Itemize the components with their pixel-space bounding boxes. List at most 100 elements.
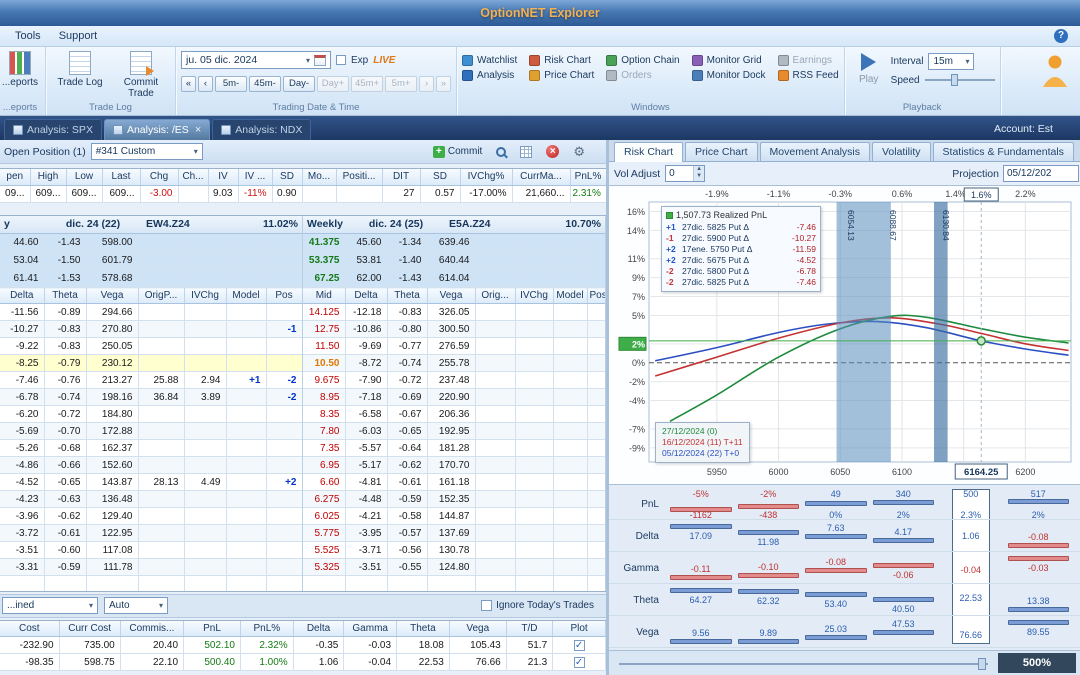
- window-toggle-rss-feed[interactable]: RSS Feed: [777, 70, 839, 81]
- mode-select[interactable]: Auto ▾: [104, 597, 168, 614]
- step-forward-button[interactable]: ›: [419, 76, 435, 92]
- tab-statistics-fundamentals[interactable]: Statistics & Fundamentals: [932, 142, 1074, 161]
- tab-price-chart[interactable]: Price Chart: [685, 142, 758, 161]
- zoom-slider[interactable]: [619, 658, 988, 670]
- chain-put-row[interactable]: 11.50 -9.69 -0.77 276.59: [303, 337, 605, 355]
- date-input[interactable]: ju. 05 dic. 2024 ▾: [181, 51, 331, 69]
- window-toggle-price-chart[interactable]: Price Chart: [529, 70, 594, 81]
- chain-call-row[interactable]: 44.60 -1.43 598.00: [0, 233, 302, 252]
- interval-select[interactable]: 15m ▾: [928, 53, 975, 70]
- vol-adjust-spinner[interactable]: 0 ▲ ▼: [665, 165, 706, 182]
- chain-put-row[interactable]: [0, 575, 302, 591]
- chain-call-row[interactable]: 53.04 -1.50 601.79: [0, 251, 302, 270]
- tab-movement-analysis[interactable]: Movement Analysis: [759, 142, 870, 161]
- step-fast-forward-button[interactable]: »: [436, 76, 452, 92]
- chain-call-row[interactable]: 53.375 53.81 -1.40 640.44: [303, 251, 605, 270]
- tab-analysis-ndx[interactable]: Analysis: NDX: [212, 119, 312, 140]
- commit-button[interactable]: + Commit: [430, 143, 485, 161]
- chain-put-row[interactable]: -6.20 -0.72 184.80: [0, 405, 302, 423]
- window-toggle-earnings[interactable]: Earnings: [777, 55, 839, 66]
- analyze-button[interactable]: [493, 143, 509, 161]
- tab-analysis-spx[interactable]: Analysis: SPX: [4, 119, 102, 140]
- table-row[interactable]: -232.90 735.00 20.40 502.10 2.32% -0.35 -0.03 1…: [0, 636, 606, 654]
- chain-put-row[interactable]: -3.72 -0.61 122.95: [0, 524, 302, 542]
- chain-put-row[interactable]: 6.95 -5.17 -0.62 170.70: [303, 456, 605, 474]
- window-toggle-monitor-dock[interactable]: Monitor Dock: [691, 70, 766, 81]
- reports-button[interactable]: ...eports: [0, 49, 40, 90]
- chain-put-row[interactable]: -5.26 -0.68 162.37: [0, 439, 302, 457]
- chain-put-row[interactable]: -9.22 -0.83 250.05: [0, 337, 302, 355]
- chain-put-row[interactable]: -3.96 -0.62 129.40: [0, 507, 302, 525]
- table-row[interactable]: -98.35 598.75 22.10 500.40 1.00% 1.06 -0.04 22.…: [0, 653, 606, 671]
- chain-call-row[interactable]: 41.375 45.60 -1.34 639.46: [303, 233, 605, 252]
- chain-put-row[interactable]: 5.525 -3.71 -0.56 130.78: [303, 541, 605, 559]
- exp-checkbox[interactable]: [336, 55, 346, 65]
- chain-put-row[interactable]: -4.86 -0.66 152.60: [0, 456, 302, 474]
- menu-support[interactable]: Support: [50, 28, 107, 44]
- slider-thumb[interactable]: [950, 74, 958, 86]
- help-icon[interactable]: ?: [1054, 29, 1068, 43]
- window-toggle-analysis[interactable]: Analysis: [462, 70, 517, 81]
- assistant-icon[interactable]: [1040, 47, 1080, 115]
- grid-button[interactable]: [517, 143, 535, 161]
- chain-put-row[interactable]: [303, 575, 605, 591]
- chain-put-row[interactable]: 14.125 -12.18 -0.83 326.05: [303, 303, 605, 321]
- step-button-45m[interactable]: 45m+: [351, 76, 384, 92]
- tab-analysis-es[interactable]: Analysis: /ES ×: [103, 119, 211, 140]
- risk-chart[interactable]: 6054.13 6088.67 6130.84 -1.9% -1.1% -0.3% 0.6%…: [609, 186, 1080, 484]
- plot-checkbox[interactable]: ✓: [573, 640, 585, 651]
- chain-put-row[interactable]: 8.35 -6.58 -0.67 206.36: [303, 405, 605, 423]
- chain-put-row[interactable]: 6.60 -4.81 -0.61 161.18: [303, 473, 605, 491]
- window-toggle-risk-chart[interactable]: Risk Chart: [529, 55, 594, 66]
- commit-trade-button[interactable]: Commit Trade: [112, 49, 170, 101]
- chain-put-row[interactable]: 7.80 -6.03 -0.65 192.95: [303, 422, 605, 440]
- chain-put-row[interactable]: 8.95 -7.18 -0.69 220.90: [303, 388, 605, 406]
- step-button-day[interactable]: Day-: [283, 76, 315, 92]
- tab-risk-chart[interactable]: Risk Chart: [614, 142, 684, 162]
- chain-put-row[interactable]: -7.46 -0.76 213.27 25.88 2.94 +1 -2: [0, 371, 302, 389]
- chain-put-row[interactable]: -3.51 -0.60 117.08: [0, 541, 302, 559]
- window-toggle-option-chain[interactable]: Option Chain: [606, 55, 680, 66]
- window-toggle-monitor-grid[interactable]: Monitor Grid: [691, 55, 766, 66]
- chain-put-row[interactable]: -11.56 -0.89 294.66: [0, 303, 302, 321]
- step-back-button[interactable]: ‹: [198, 76, 213, 92]
- chain-put-row[interactable]: -4.23 -0.63 136.48: [0, 490, 302, 508]
- step-button-45m[interactable]: 45m-: [249, 76, 281, 92]
- tab-volatility[interactable]: Volatility: [872, 142, 931, 161]
- close-position-button[interactable]: ×: [543, 143, 562, 161]
- chain-put-row[interactable]: -8.25 -0.79 230.12: [0, 354, 302, 372]
- chain-put-row[interactable]: 12.75 -10.86 -0.80 300.50: [303, 320, 605, 338]
- step-button-5m[interactable]: 5m+: [385, 76, 418, 92]
- position-select[interactable]: #341 Custom ▾: [90, 143, 203, 160]
- chain-put-row[interactable]: 5.325 -3.51 -0.55 124.80: [303, 558, 605, 576]
- speed-slider[interactable]: [924, 74, 995, 86]
- spinner-arrows[interactable]: ▲ ▼: [693, 166, 705, 181]
- step-button-5m[interactable]: 5m-: [215, 76, 247, 92]
- chain-put-row[interactable]: 10.50 -8.72 -0.74 255.78: [303, 354, 605, 372]
- ignore-today-checkbox[interactable]: Ignore Today's Trades: [481, 600, 594, 611]
- plot-checkbox[interactable]: ✓: [573, 657, 585, 668]
- step-button-day[interactable]: Day+: [317, 76, 349, 92]
- chain-put-row[interactable]: -10.27 -0.83 270.80 -1: [0, 320, 302, 338]
- chain-put-row[interactable]: 7.35 -5.57 -0.64 181.28: [303, 439, 605, 457]
- chain-put-row[interactable]: -3.31 -0.59 111.78: [0, 558, 302, 576]
- chain-put-row[interactable]: 6.275 -4.48 -0.59 152.35: [303, 490, 605, 508]
- window-toggle-watchlist[interactable]: Watchlist: [462, 55, 517, 66]
- position-filter-select[interactable]: ...ined ▾: [2, 597, 98, 614]
- tab-close-icon[interactable]: ×: [195, 125, 201, 136]
- projection-date[interactable]: 05/12/202: [1003, 165, 1079, 182]
- trade-log-button[interactable]: Trade Log: [51, 49, 109, 90]
- chain-put-row[interactable]: -6.78 -0.74 198.16 36.84 3.89 -2: [0, 388, 302, 406]
- play-button[interactable]: Play: [850, 49, 888, 85]
- chain-put-row[interactable]: -4.52 -0.65 143.87 28.13 4.49 +2: [0, 473, 302, 491]
- step-fast-back-button[interactable]: «: [181, 76, 196, 92]
- chain-call-row[interactable]: 67.25 62.00 -1.43 614.04: [303, 269, 605, 288]
- window-toggle-orders[interactable]: Orders: [606, 70, 679, 81]
- chain-put-row[interactable]: 5.775 -3.95 -0.57 137.69: [303, 524, 605, 542]
- chain-put-row[interactable]: -5.69 -0.70 172.88: [0, 422, 302, 440]
- chain-put-row[interactable]: 9.675 -7.90 -0.72 237.48: [303, 371, 605, 389]
- settings-button[interactable]: ⚙: [570, 143, 588, 161]
- menu-tools[interactable]: Tools: [6, 28, 50, 44]
- chain-call-row[interactable]: 61.41 -1.53 578.68: [0, 269, 302, 288]
- zoom-thumb[interactable]: [978, 658, 986, 670]
